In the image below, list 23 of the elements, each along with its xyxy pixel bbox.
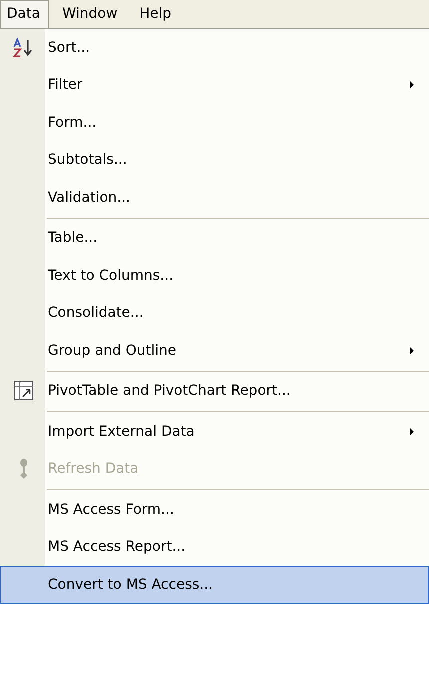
submenu-arrow-icon [408, 346, 416, 356]
menu-item[interactable]: Filter [0, 66, 429, 104]
pivot-table-icon [14, 381, 34, 402]
menu-item[interactable]: Form... [0, 104, 429, 142]
submenu-arrow-icon [408, 426, 416, 437]
menu-item[interactable]: PivotTable and PivotChart Report... [0, 372, 429, 410]
submenu-arrow-icon [408, 80, 416, 90]
menu-item[interactable]: Group and Outline [0, 332, 429, 370]
menu-item[interactable]: Convert to MS Access... [0, 566, 429, 604]
menu-item[interactable]: Validation... [0, 179, 429, 216]
menu-item[interactable]: MS Access Report... [0, 528, 429, 566]
menu-bar-item[interactable]: Data [0, 0, 50, 28]
menu-item[interactable]: Sort... [0, 29, 429, 66]
menu-item[interactable]: Import External Data [0, 413, 429, 450]
menu-item[interactable]: MS Access Form... [0, 491, 429, 528]
exclamation-icon [18, 458, 30, 480]
menu-item[interactable]: Consolidate... [0, 294, 429, 332]
menu-bar-item[interactable]: Help [132, 0, 181, 28]
menu-item[interactable]: Text to Columns... [0, 257, 429, 294]
menu-bar-item[interactable]: Window [55, 0, 127, 28]
sort-ascending-icon [12, 38, 34, 58]
menu-item[interactable]: Table... [0, 220, 429, 257]
menu-item[interactable]: Subtotals... [0, 142, 429, 179]
